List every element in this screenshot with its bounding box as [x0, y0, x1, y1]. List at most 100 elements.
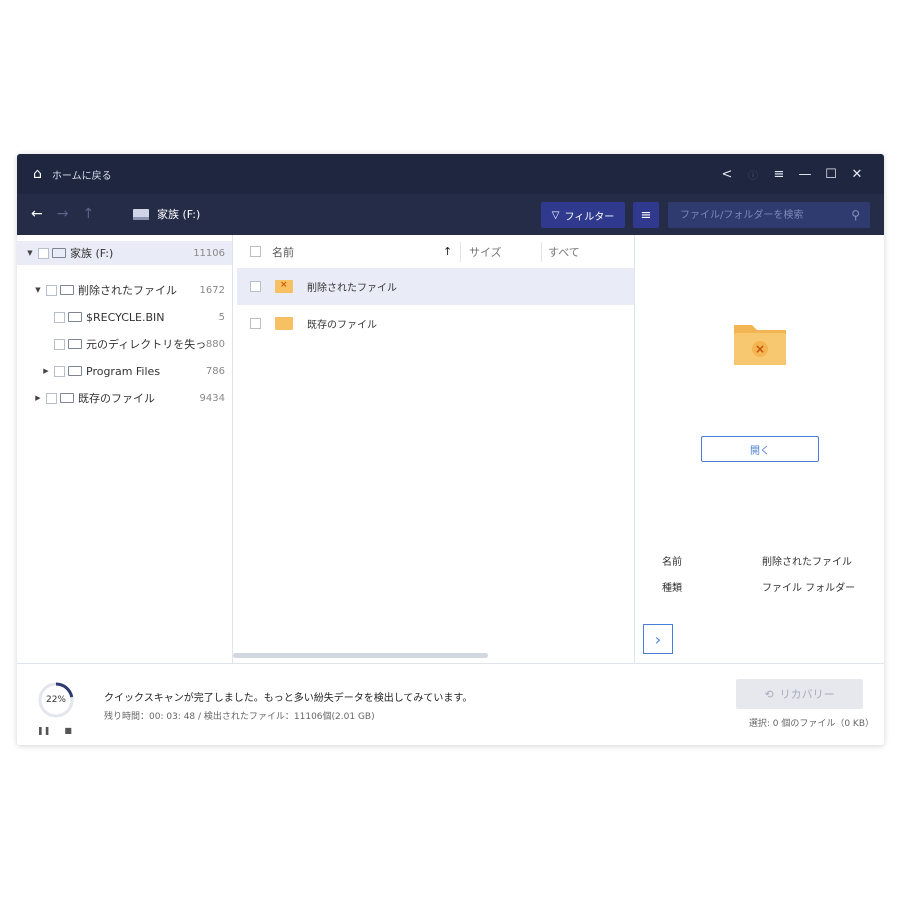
maximize-icon[interactable]: ☐	[818, 164, 844, 184]
tree-item-lost-dir[interactable]: 元のディレクトリを失った… 880	[17, 332, 232, 356]
recover-icon: ⟲	[764, 687, 774, 701]
folder-icon	[68, 339, 82, 349]
column-size[interactable]: サイズ	[469, 244, 502, 260]
up-icon[interactable]: ↑	[82, 206, 94, 222]
tree-item-recycle-bin[interactable]: $RECYCLE.BIN 5	[17, 305, 232, 329]
tree-item-drive[interactable]: ▼ 家族 (F:) 11106	[17, 241, 232, 265]
preview-pane: × 開く 名前 削除されたファイル 種類 ファイル フォルダー ›	[634, 235, 884, 663]
column-divider[interactable]	[460, 242, 461, 262]
list-header: 名前 ↑ サイズ すべて	[233, 235, 634, 268]
row-checkbox[interactable]	[250, 318, 261, 329]
app-window: ⌂ ホームに戻る < ⓘ ≡ — ☐ ✕ ← → ↑ 家族 (F:) ▽ フィル…	[17, 154, 884, 745]
nav-buttons: ← → ↑	[31, 206, 94, 222]
location-label: 家族 (F:)	[157, 208, 201, 221]
collapse-arrow-icon[interactable]: ▼	[33, 286, 43, 294]
tree-item-label: 家族 (F:)	[70, 247, 114, 260]
sort-ascending-icon[interactable]: ↑	[443, 245, 452, 258]
folder-icon	[68, 366, 82, 376]
tree-item-count: 880	[205, 338, 225, 350]
home-label: ホームに戻る	[51, 170, 112, 182]
pause-icon[interactable]: ❚❚	[37, 726, 50, 735]
folder-icon	[60, 393, 74, 403]
share-icon[interactable]: <	[714, 164, 740, 184]
list-item[interactable]: × 削除されたファイル	[237, 268, 634, 305]
tree-item-label: $RECYCLE.BIN	[86, 310, 165, 324]
recover-button[interactable]: ⟲ リカバリー	[736, 679, 863, 709]
filter-label: フィルター	[564, 211, 615, 223]
list-item-name: 削除されたファイル	[307, 283, 397, 294]
prop-name-value: 削除されたファイル	[762, 557, 852, 568]
tree-checkbox[interactable]	[54, 311, 65, 323]
status-detail: 残り時間：00: 03: 48 / 検出されたファイル：11106個(2.01 …	[104, 712, 375, 722]
row-checkbox[interactable]	[250, 281, 261, 292]
list-item-name: 既存のファイル	[307, 320, 377, 331]
tree-item-program-files[interactable]: ▶ Program Files 786	[17, 359, 232, 383]
column-type[interactable]: すべて	[548, 244, 580, 260]
prop-name-key: 名前	[662, 557, 682, 568]
tree-item-label: 元のディレクトリを失った…	[86, 338, 206, 351]
recycle-bin-icon	[68, 312, 82, 322]
close-icon[interactable]: ✕	[844, 164, 870, 184]
minimize-icon[interactable]: —	[792, 164, 818, 184]
window-controls: < ⓘ ≡ — ☐ ✕	[714, 164, 870, 184]
expand-arrow-icon[interactable]: ▶	[33, 394, 43, 402]
svg-text:×: ×	[755, 342, 765, 356]
tree-checkbox[interactable]	[46, 392, 57, 404]
select-all-checkbox[interactable]	[250, 246, 261, 257]
tree-item-existing[interactable]: ▶ 既存のファイル 9434	[17, 386, 232, 410]
drive-icon	[52, 248, 66, 258]
home-button[interactable]: ⌂ ホームに戻る	[33, 166, 112, 182]
filter-button[interactable]: ▽ フィルター	[541, 202, 625, 228]
list-item[interactable]: 既存のファイル	[237, 305, 634, 342]
menu-icon[interactable]: ≡	[766, 164, 792, 184]
open-button[interactable]: 開く	[701, 436, 819, 462]
home-icon: ⌂	[33, 166, 42, 182]
deleted-folder-icon	[60, 285, 74, 295]
deleted-folder-icon: ×	[734, 325, 786, 365]
tree-checkbox[interactable]	[46, 284, 57, 296]
scan-controls: ❚❚ ■	[37, 726, 72, 735]
next-icon[interactable]: ›	[643, 624, 673, 654]
search-box: ⚲	[668, 202, 870, 228]
forward-icon[interactable]: →	[57, 206, 69, 222]
file-list: 名前 ↑ サイズ すべて × 削除されたファイル 既存のファイル	[233, 235, 634, 663]
column-name[interactable]: 名前	[247, 244, 294, 260]
selection-info: 選択: 0 個のファイル（0 KB）	[748, 719, 874, 729]
tree-item-deleted[interactable]: ▼ 削除されたファイル 1672	[17, 278, 232, 302]
horizontal-scrollbar[interactable]	[233, 653, 488, 658]
prop-type-key: 種類	[662, 583, 682, 594]
tree-item-count: 786	[205, 365, 225, 377]
back-icon[interactable]: ←	[31, 206, 43, 222]
recover-label: リカバリー	[779, 688, 835, 701]
expand-arrow-icon[interactable]: ▶	[41, 367, 51, 375]
tree-item-label: Program Files	[86, 364, 161, 378]
location-breadcrumb: 家族 (F:)	[133, 206, 200, 222]
tree-item-count: 9434	[199, 392, 225, 404]
progress-label: 22%	[45, 695, 66, 705]
search-icon[interactable]: ⚲	[851, 208, 860, 222]
stop-icon[interactable]: ■	[64, 726, 72, 735]
tree-checkbox[interactable]	[54, 338, 65, 350]
folder-icon	[275, 317, 293, 330]
tree-item-count: 11106	[193, 247, 225, 259]
tree-item-count: 1672	[199, 284, 225, 296]
search-input[interactable]	[678, 208, 842, 222]
status-bar: 22% ❚❚ ■ クイックスキャンが完了しました。もっと多い紛失データを検出して…	[17, 663, 884, 745]
prop-type-value: ファイル フォルダー	[762, 583, 856, 594]
info-icon[interactable]: ⓘ	[740, 164, 766, 184]
title-bar: ⌂ ホームに戻る < ⓘ ≡ — ☐ ✕	[17, 154, 884, 194]
tree-checkbox[interactable]	[38, 247, 49, 259]
view-toggle-button[interactable]: ≡	[633, 202, 659, 228]
drive-icon	[133, 208, 149, 220]
tree-checkbox[interactable]	[54, 365, 65, 377]
toolbar: ← → ↑ 家族 (F:) ▽ フィルター ≡ ⚲	[17, 194, 884, 235]
tree-item-label: 既存のファイル	[78, 392, 155, 405]
deleted-folder-icon: ×	[275, 280, 293, 293]
status-message: クイックスキャンが完了しました。もっと多い紛失データを検出してみています。	[104, 693, 473, 704]
column-name-label: 名前	[272, 245, 294, 259]
collapse-arrow-icon[interactable]: ▼	[25, 249, 35, 257]
folder-tree: ▼ 家族 (F:) 11106 ▼ 削除されたファイル 1672 $RECYCL…	[17, 235, 233, 663]
list-view-icon: ≡	[640, 207, 652, 223]
tree-item-label: 削除されたファイル	[78, 284, 177, 297]
column-divider[interactable]	[541, 242, 542, 262]
